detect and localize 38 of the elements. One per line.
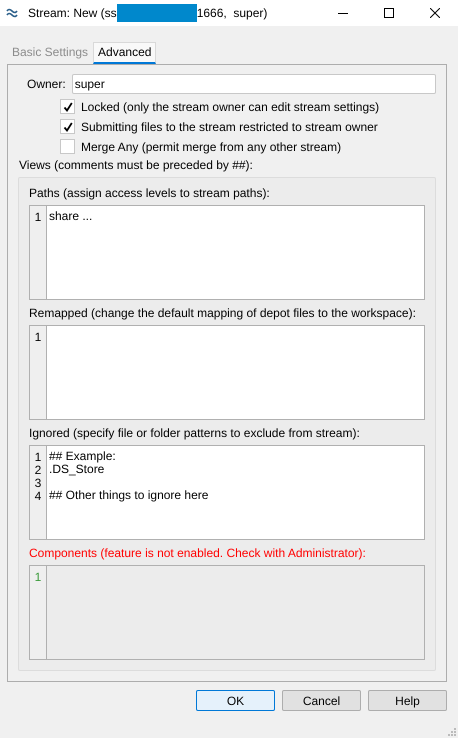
code-editor[interactable]: 1 share ... (29, 205, 425, 300)
checkbox-label: Merge Any (permit merge from any other stream) (81, 140, 342, 154)
checkbox-label: Submitting files to the stream restricted to stream owner (81, 120, 378, 134)
checkbox[interactable] (60, 99, 75, 114)
code-editor[interactable]: 1 (29, 325, 425, 420)
maximize-icon[interactable] (384, 8, 394, 18)
window-title: Stream: New (ss (28, 6, 117, 20)
line-number: 1 (34, 571, 42, 584)
line-number: 1 (34, 451, 42, 464)
checkbox[interactable] (60, 139, 75, 154)
dialog-button[interactable]: Cancel (282, 690, 361, 711)
field-label: Owner: (27, 77, 66, 91)
line-number: 3 (34, 477, 42, 490)
code-line: share ... (49, 210, 94, 223)
checkbox-label: Locked (only the stream owner can edit stream settings) (81, 100, 380, 114)
stream-logo-icon (6, 8, 18, 18)
section-label: Views (comments must be preceded by ##): (19, 158, 254, 172)
window-title: 1666, super) (196, 6, 268, 20)
code-line: .DS_Store (49, 463, 104, 476)
line-number: 1 (34, 211, 42, 224)
checkbox[interactable] (60, 119, 75, 134)
dialog-button[interactable]: OK (196, 690, 275, 711)
close-icon[interactable] (430, 8, 440, 18)
section-label: Ignored (specify file or folder patterns to exclude from stream): (29, 426, 361, 440)
owner-field[interactable]: super (72, 74, 436, 94)
code-editor[interactable]: 1 2 3 4 ## Example: .DS_Store ## Other things to ignore here (29, 445, 425, 540)
minimize-icon[interactable] (338, 12, 348, 14)
section-label: Remapped (change the default mapping of depot files to the workspace): (29, 306, 417, 320)
line-number: 1 (34, 331, 42, 344)
section-label: Paths (assign access levels to stream paths): (29, 186, 271, 200)
code-line: ## Other things to ignore here (49, 489, 210, 502)
resize-grip-icon[interactable] (448, 728, 456, 736)
dialog-button[interactable]: Help (368, 690, 447, 711)
line-number: 4 (34, 490, 42, 503)
line-number: 2 (34, 464, 42, 477)
tab[interactable]: Advanced (93, 42, 156, 64)
code-line: ## Example: (49, 450, 117, 463)
section-label: Components (feature is not enabled. Check with Administrator): (29, 546, 367, 560)
